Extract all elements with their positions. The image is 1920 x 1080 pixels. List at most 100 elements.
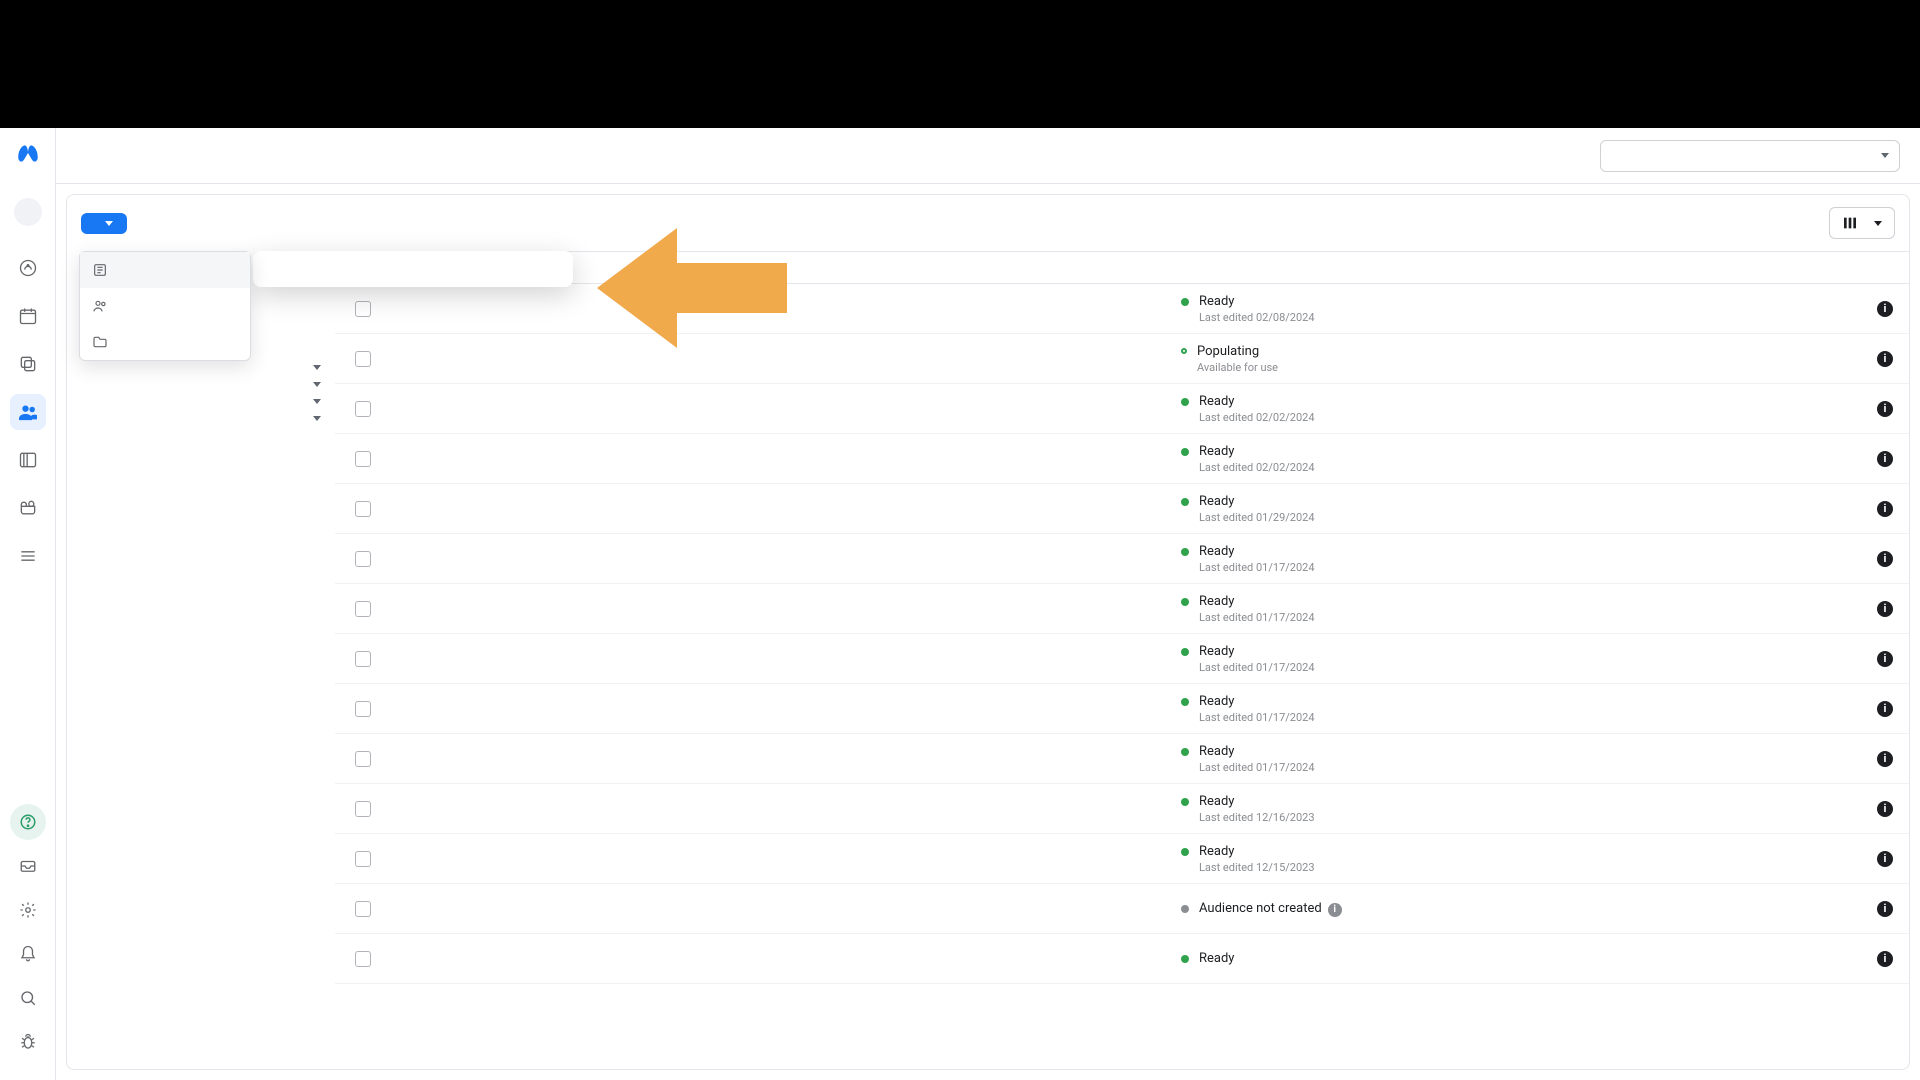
row-checkbox[interactable]: [355, 651, 371, 667]
row-checkbox[interactable]: [355, 801, 371, 817]
filter-availability[interactable]: [81, 393, 321, 410]
nav-more[interactable]: [10, 538, 46, 574]
nav-calendar[interactable]: [10, 298, 46, 334]
row-checkbox[interactable]: [355, 401, 371, 417]
audience-list: ReadyLast edited 02/08/2024i PopulatingAv…: [335, 251, 1909, 1069]
brand-avatar[interactable]: [14, 198, 42, 226]
chevron-down-icon: [313, 365, 321, 370]
nav-copy[interactable]: [10, 346, 46, 382]
info-icon[interactable]: i: [1877, 551, 1893, 567]
table-row[interactable]: PopulatingAvailable for usei: [335, 334, 1909, 384]
info-icon[interactable]: i: [1877, 301, 1893, 317]
chevron-down-icon: [313, 399, 321, 404]
info-icon[interactable]: i: [1877, 801, 1893, 817]
info-icon[interactable]: i: [1877, 651, 1893, 667]
info-icon[interactable]: i: [1877, 401, 1893, 417]
menu-item-lookalike-audience[interactable]: [80, 288, 250, 324]
table-row[interactable]: ReadyLast edited 01/29/2024i: [335, 484, 1909, 534]
table-row[interactable]: ReadyLast edited 01/17/2024i: [335, 634, 1909, 684]
status-block: Audience not createdi: [1181, 900, 1877, 918]
status-sub: Available for use: [1197, 361, 1278, 374]
filter-type[interactable]: [81, 376, 321, 393]
table-row[interactable]: ReadyLast edited 01/17/2024i: [335, 534, 1909, 584]
table-row[interactable]: ReadyLast edited 02/02/2024i: [335, 434, 1909, 484]
top-black-bar: [0, 0, 1920, 128]
table-row[interactable]: Readyi: [335, 934, 1909, 984]
status-main: Ready: [1199, 743, 1315, 761]
status-dot: [1181, 905, 1189, 913]
status-main: Populating: [1197, 343, 1278, 361]
status-block: Ready: [1181, 950, 1877, 968]
status-main: Audience not createdi: [1199, 900, 1342, 918]
chevron-down-icon: [1874, 221, 1882, 226]
filter-status[interactable]: [81, 359, 321, 376]
menu-item-custom-audience[interactable]: [80, 252, 250, 288]
table-row[interactable]: Audience not createdii: [335, 884, 1909, 934]
table-row[interactable]: ReadyLast edited 01/17/2024i: [335, 684, 1909, 734]
create-audience-button[interactable]: [81, 213, 127, 234]
meta-logo[interactable]: [15, 140, 41, 170]
row-checkbox[interactable]: [355, 751, 371, 767]
nav-audience[interactable]: [10, 394, 46, 430]
folder-icon: [92, 334, 108, 350]
search-icon[interactable]: [10, 980, 46, 1016]
info-icon[interactable]: i: [1877, 951, 1893, 967]
help-icon[interactable]: [10, 804, 46, 840]
status-main: Ready: [1199, 543, 1315, 561]
status-block: ReadyLast edited 02/02/2024: [1181, 393, 1877, 424]
status-block: ReadyLast edited 01/17/2024: [1181, 693, 1877, 724]
info-icon[interactable]: i: [1877, 901, 1893, 917]
info-icon[interactable]: i: [1877, 751, 1893, 767]
row-checkbox[interactable]: [355, 351, 371, 367]
table-row[interactable]: ReadyLast edited 12/15/2023i: [335, 834, 1909, 884]
nav-billing[interactable]: [10, 490, 46, 526]
inbox-icon[interactable]: [10, 848, 46, 884]
status-sub: Last edited 01/17/2024: [1199, 611, 1315, 624]
settings-icon[interactable]: [10, 892, 46, 928]
status-dot: [1181, 448, 1189, 456]
status-sub: Last edited 01/17/2024: [1199, 761, 1315, 774]
status-dot: [1181, 298, 1189, 306]
status-sub: Last edited 01/17/2024: [1199, 661, 1315, 674]
info-icon[interactable]: i: [1877, 701, 1893, 717]
row-checkbox[interactable]: [355, 901, 371, 917]
chevron-down-icon: [313, 382, 321, 387]
columns-button[interactable]: [1829, 207, 1895, 239]
status-block: PopulatingAvailable for use: [1181, 343, 1877, 374]
nav-library[interactable]: [10, 442, 46, 478]
row-checkbox[interactable]: [355, 951, 371, 967]
table-row[interactable]: ReadyLast edited 01/17/2024 i: [335, 734, 1909, 784]
table-row[interactable]: ReadyLast edited 12/16/2023i: [335, 784, 1909, 834]
row-checkbox[interactable]: [355, 301, 371, 317]
notifications-icon[interactable]: [10, 936, 46, 972]
table-row[interactable]: ReadyLast edited 02/08/2024i: [335, 284, 1909, 334]
row-checkbox[interactable]: [355, 601, 371, 617]
status-dot: [1181, 648, 1189, 656]
nav-dashboard[interactable]: [10, 250, 46, 286]
status-main: Ready: [1199, 793, 1315, 811]
info-icon[interactable]: i: [1328, 903, 1342, 917]
info-icon[interactable]: i: [1877, 501, 1893, 517]
status-main: Ready: [1199, 393, 1315, 411]
status-block: ReadyLast edited 01/17/2024: [1181, 543, 1877, 574]
menu-item-saved-audience[interactable]: [80, 324, 250, 360]
row-checkbox[interactable]: [355, 851, 371, 867]
info-icon[interactable]: i: [1877, 601, 1893, 617]
row-checkbox[interactable]: [355, 701, 371, 717]
table-row[interactable]: ReadyLast edited 02/02/2024i: [335, 384, 1909, 434]
row-checkbox[interactable]: [355, 501, 371, 517]
status-block: ReadyLast edited 01/17/2024: [1181, 643, 1877, 674]
status-main: Ready: [1199, 843, 1315, 861]
info-icon[interactable]: i: [1877, 851, 1893, 867]
table-row[interactable]: ReadyLast edited 01/17/2024i: [335, 584, 1909, 634]
filter-source[interactable]: [81, 410, 321, 427]
status-block: ReadyLast edited 12/16/2023: [1181, 793, 1877, 824]
status-main: Ready: [1199, 693, 1315, 711]
account-selector[interactable]: [1600, 140, 1900, 172]
row-checkbox[interactable]: [355, 551, 371, 567]
info-icon[interactable]: i: [1877, 351, 1893, 367]
status-block: ReadyLast edited 01/17/2024: [1181, 593, 1877, 624]
info-icon[interactable]: i: [1877, 451, 1893, 467]
bug-icon[interactable]: [10, 1024, 46, 1060]
row-checkbox[interactable]: [355, 451, 371, 467]
